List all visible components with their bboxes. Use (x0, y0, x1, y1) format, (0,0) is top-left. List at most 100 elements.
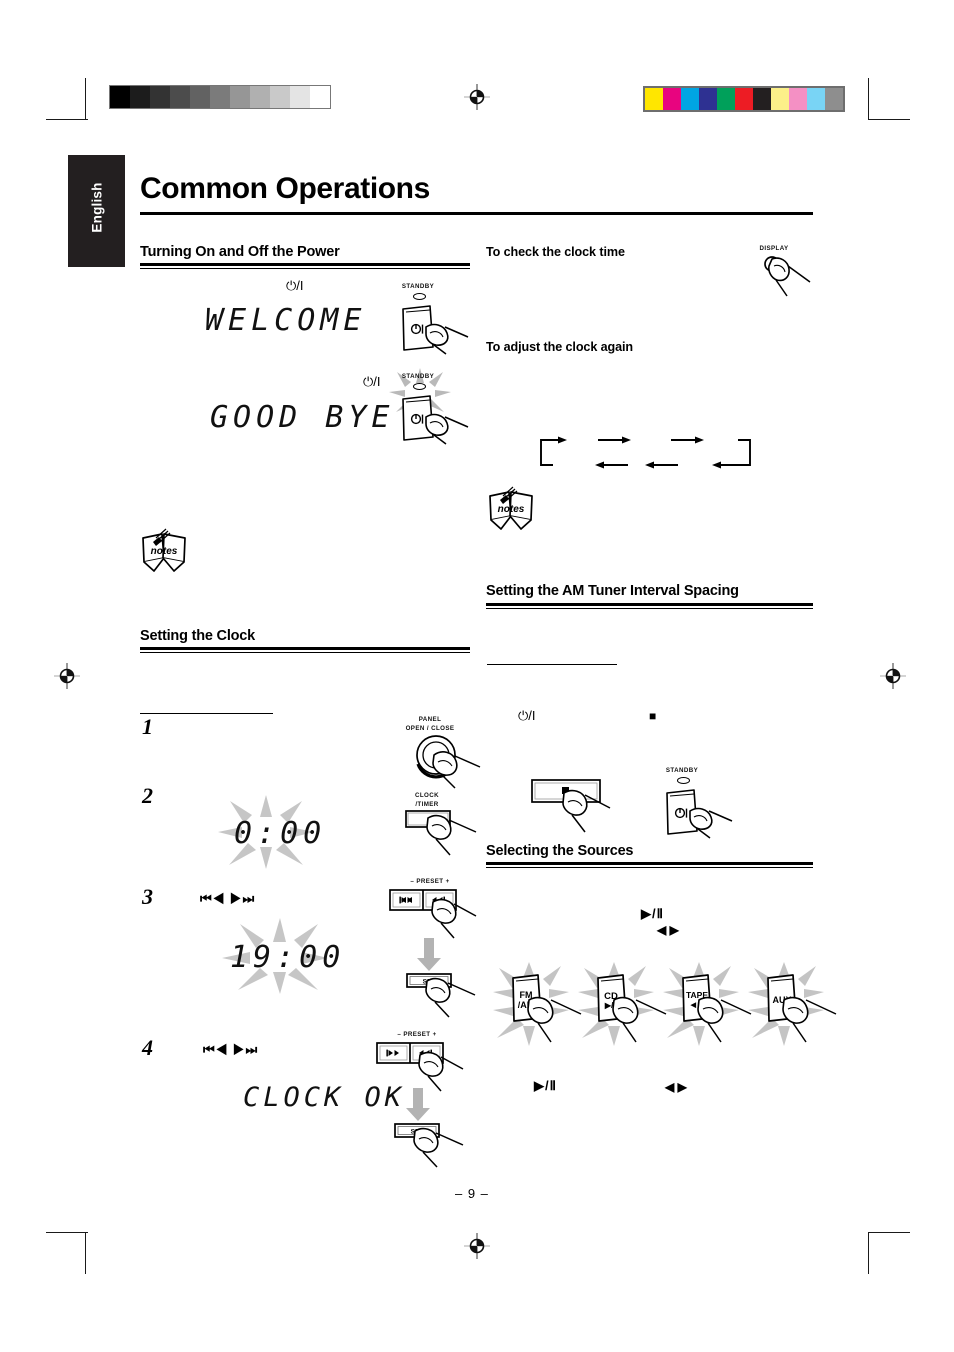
grayscale-patch-6 (230, 86, 250, 108)
section-heading-am-tuner-spacing: Setting the AM Tuner Interval Spacing (486, 583, 739, 599)
registration-target-icon-top (464, 84, 490, 110)
section-heading-turning-power: Turning On and Off the Power (140, 244, 340, 260)
panel-open-close-label-line2: OPEN / CLOSE (405, 725, 455, 732)
color-patch-7 (771, 88, 789, 110)
standby-label-1: STANDBY (401, 283, 435, 290)
language-tab: English (68, 155, 125, 267)
panel-open-close-knob-press-illustration[interactable] (408, 733, 484, 789)
clock-timer-button-press-illustration[interactable] (404, 809, 482, 861)
section-rule-thin-2 (140, 652, 470, 654)
stop-symbol-am-tuner: ■ (649, 709, 657, 723)
display-button-press-illustration[interactable] (760, 254, 820, 298)
section-rule-thin-1 (140, 268, 470, 270)
clock-timer-label-line1: CLOCK (415, 792, 439, 799)
standby-button-press-illustration-3[interactable] (664, 787, 736, 839)
color-patch-5 (735, 88, 753, 110)
source-button-fm-am[interactable]: FM /AM (493, 962, 585, 1046)
tape-direction-symbol-top: ◀ ▶ (657, 923, 679, 937)
registration-target-icon-left (54, 663, 80, 689)
source-button-aux[interactable]: AUX (748, 962, 840, 1046)
panel-open-close-label-line1: PANEL (418, 716, 442, 723)
step-4-flow-arrow-down (405, 1088, 431, 1122)
source-button-tape[interactable]: TAPE ◀ ▶ (663, 962, 755, 1046)
set-button-press-illustration-step4[interactable]: SET (393, 1122, 471, 1170)
section-rule-thick-1 (140, 263, 470, 266)
svg-text:notes: notes (498, 504, 525, 515)
crop-mark-bottom-left-horizontal (46, 1232, 88, 1234)
step-number-3: 3 (142, 884, 153, 909)
power-symbol-am-tuner: ⏻/I (518, 708, 536, 723)
stop-button-press-illustration[interactable] (530, 778, 624, 834)
standby-led-indicator-3 (677, 777, 690, 784)
subheading-adjust-clock-again: To adjust the clock again (486, 340, 634, 354)
page-title-rule (140, 212, 813, 216)
step-number-4: 4 (142, 1035, 153, 1060)
lcd-display-welcome: WELCOME (205, 303, 367, 338)
standby-led-indicator-1 (413, 293, 426, 300)
grayscale-patch-5 (210, 86, 230, 108)
section-heading-setting-clock: Setting the Clock (140, 628, 256, 644)
clock-timer-label-line2: /TIMER (415, 801, 439, 808)
display-button-label: DISPLAY (759, 245, 789, 252)
section-rule-thick-4 (486, 862, 813, 865)
lcd-display-clock-zero: 0:00 (234, 816, 327, 851)
am-tuner-text-rule (487, 664, 617, 666)
step-number-2: 2 (142, 783, 153, 808)
play-pause-symbol-top: ▶/Ⅱ (641, 906, 665, 921)
color-patch-9 (807, 88, 825, 110)
tape-direction-symbol-bottom: ◀ ▶ (665, 1080, 687, 1094)
play-pause-symbol-bottom: ▶/Ⅱ (534, 1078, 558, 1093)
grayscale-patch-2 (150, 86, 170, 108)
language-tab-label: English (89, 182, 105, 233)
notes-icon-right: notes (487, 486, 535, 532)
grayscale-patch-1 (130, 86, 150, 108)
lcd-display-goodbye: GOOD BYE (210, 400, 395, 435)
color-patch-2 (681, 88, 699, 110)
step-3-flow-arrow-down (416, 938, 442, 972)
page-title: Common Operations (140, 172, 430, 205)
step-3-transport-symbols: ⏮◀ ▶⏭ (200, 891, 256, 906)
step-number-1: 1 (142, 714, 153, 739)
source-button-cd[interactable]: CD ▶/Ⅱ (578, 962, 670, 1046)
step-1-text-rule (140, 713, 273, 715)
section-rule-thin-4 (486, 867, 813, 869)
color-patch-10 (825, 88, 843, 110)
registration-target-icon-right (880, 663, 906, 689)
standby-label-2: STANDBY (401, 373, 435, 380)
color-patch-1 (663, 88, 681, 110)
preset-buttons-press-illustration-step4[interactable] (375, 1041, 465, 1095)
crop-mark-bottom-right-vertical (868, 1232, 870, 1274)
lcd-display-clock-1900: 19:00 (230, 940, 346, 975)
crop-mark-top-right-vertical (868, 78, 870, 120)
grayscale-patch-7 (250, 86, 270, 108)
color-patch-6 (753, 88, 771, 110)
color-patch-4 (717, 88, 735, 110)
crop-mark-top-left-horizontal (46, 119, 88, 121)
grayscale-patch-3 (170, 86, 190, 108)
page-number: – 9 – (455, 1186, 489, 1201)
grayscale-patch-4 (190, 86, 210, 108)
grayscale-patch-10 (310, 86, 330, 108)
preset-label-step4: – PRESET + (397, 1031, 437, 1038)
standby-button-press-illustration-1[interactable] (400, 303, 472, 355)
standby-button-press-illustration-2[interactable] (400, 393, 472, 445)
power-symbol-welcome: ⏻/I (286, 278, 304, 293)
set-button-press-illustration-step3[interactable]: SET (405, 972, 483, 1020)
color-patch-8 (789, 88, 807, 110)
section-rule-thick-2 (140, 647, 470, 650)
color-patch-0 (645, 88, 663, 110)
section-rule-thick-3 (486, 603, 813, 606)
color-calibration-bar (643, 86, 845, 112)
color-patch-3 (699, 88, 717, 110)
crop-mark-top-right-horizontal (868, 119, 910, 121)
power-symbol-goodbye: ⏻/I (363, 374, 381, 389)
notes-icon-left: notes (140, 528, 188, 574)
subheading-check-clock-time: To check the clock time (486, 245, 625, 259)
svg-text:notes: notes (151, 546, 178, 557)
crop-mark-bottom-right-horizontal (868, 1232, 910, 1234)
standby-led-indicator-2 (413, 383, 426, 390)
section-heading-selecting-sources: Selecting the Sources (486, 843, 634, 859)
preset-buttons-press-illustration-step3[interactable] (388, 888, 478, 942)
cyclic-flow-arrows-diagram (533, 430, 758, 472)
preset-label-step3: – PRESET + (410, 878, 450, 885)
